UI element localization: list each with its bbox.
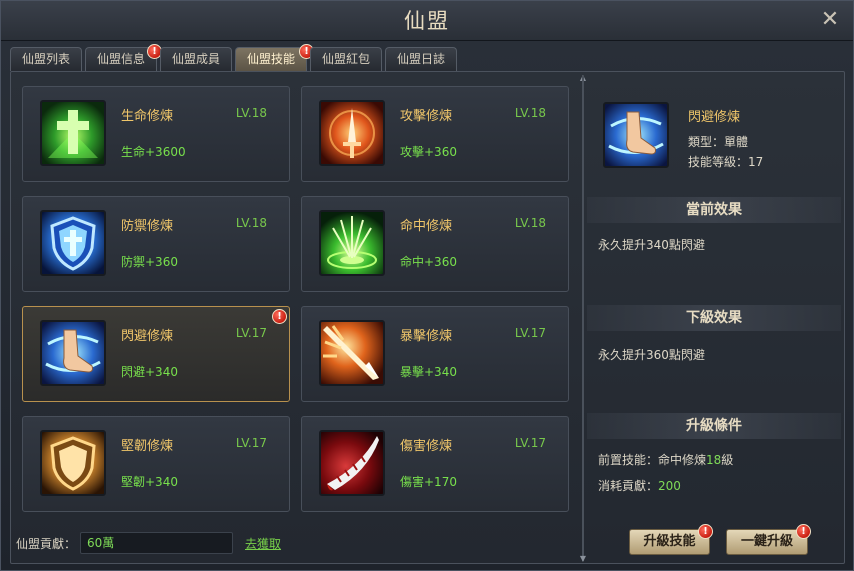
skill-name: 閃避修煉	[121, 329, 174, 344]
skill-effect: 傷害+170	[400, 475, 457, 489]
skill-effect: 堅韌+340	[121, 475, 178, 489]
tab-label: 仙盟技能	[246, 52, 295, 66]
skill-name: 暴擊修煉	[400, 329, 453, 344]
tab-label: 仙盟信息	[96, 52, 145, 66]
prerequisite-suffix: 級	[721, 453, 734, 467]
scroll-down-icon[interactable]: ▼	[579, 555, 587, 563]
skill-effect: 生命+3600	[121, 145, 186, 159]
get-contribution-link[interactable]: 去獲取	[245, 535, 281, 552]
contribution-label: 仙盟貢獻：	[16, 537, 77, 551]
skill-name: 傷害修煉	[400, 439, 453, 454]
skill-name: 防禦修煉	[121, 219, 174, 234]
skill-card-evasion[interactable]: 閃避修煉 LV.17 閃避+340 !	[22, 306, 290, 402]
skill-level: LV.18	[235, 216, 267, 230]
skill-level: LV.18	[514, 216, 546, 230]
detail-skill-name: 閃避修煉	[688, 110, 741, 125]
skill-level: LV.17	[235, 436, 267, 450]
flaming-sword-icon	[319, 100, 385, 166]
title-bar: 仙盟 ✕	[1, 1, 853, 41]
skill-level: LV.18	[514, 106, 546, 120]
button-label: 一鍵升級	[740, 534, 793, 549]
skill-effect: 防禦+360	[121, 255, 178, 269]
skill-card-critical[interactable]: 暴擊修煉 LV.17 暴擊+340	[301, 306, 569, 402]
skill-effect: 命中+360	[400, 255, 457, 269]
next-effect-header: 下級效果	[587, 305, 841, 331]
tab-guild-red-packet[interactable]: 仙盟紅包	[310, 47, 382, 71]
bloody-blade-icon	[319, 430, 385, 496]
skill-name: 堅韌修煉	[121, 439, 174, 454]
tab-label: 仙盟日誌	[396, 52, 445, 66]
prerequisite-label: 前置技能：命中修煉	[598, 453, 707, 467]
skill-grid: 生命修煉 LV.18 生命+3600 攻擊修煉 LV.18 攻擊+360 防禦修…	[11, 72, 582, 565]
golden-shield-icon	[40, 430, 106, 496]
detail-skill-type: 類型：單體	[688, 135, 749, 149]
alert-icon: !	[272, 309, 287, 324]
guild-window: 仙盟 ✕ 仙盟列表 仙盟信息 ! 仙盟成員 仙盟技能 ! 仙盟紅包 仙盟日誌 生…	[0, 0, 854, 571]
tab-guild-info[interactable]: 仙盟信息 !	[85, 44, 162, 71]
blue-shield-icon	[40, 210, 106, 276]
skill-card-accuracy[interactable]: 命中修煉 LV.18 命中+360	[301, 196, 569, 292]
skill-card-damage[interactable]: 傷害修煉 LV.17 傷害+170	[301, 416, 569, 512]
current-effect-text: 永久提升340點閃避	[598, 238, 705, 252]
tab-guild-log[interactable]: 仙盟日誌	[385, 47, 457, 71]
contribution-value: 60萬	[80, 532, 233, 554]
skill-name: 命中修煉	[400, 219, 453, 234]
skill-card-life[interactable]: 生命修煉 LV.18 生命+3600	[22, 86, 290, 182]
skill-card-tenacity[interactable]: 堅韌修煉 LV.17 堅韌+340	[22, 416, 290, 512]
skill-card-attack[interactable]: 攻擊修煉 LV.18 攻擊+360	[301, 86, 569, 182]
tab-guild-members[interactable]: 仙盟成員	[160, 47, 232, 71]
target-arrows-icon	[319, 210, 385, 276]
swift-foot-icon	[603, 102, 669, 168]
cost-label: 消耗貢獻：	[598, 479, 659, 493]
one-click-upgrade-button[interactable]: 一鍵升級 !	[726, 524, 811, 555]
skill-level: LV.17	[235, 326, 267, 340]
cost-value: 200	[658, 479, 681, 493]
skill-name: 生命修煉	[121, 109, 174, 124]
skill-level: LV.17	[514, 326, 546, 340]
tab-guild-list[interactable]: 仙盟列表	[10, 47, 82, 71]
tab-label: 仙盟成員	[171, 52, 220, 66]
tab-label: 仙盟列表	[21, 52, 70, 66]
prerequisite-level: 18	[706, 453, 722, 467]
skill-effect: 攻擊+360	[400, 145, 457, 159]
current-effect-header: 當前效果	[587, 197, 841, 223]
skill-effect: 暴擊+340	[400, 365, 457, 379]
window-title: 仙盟	[404, 9, 450, 33]
tab-guild-skills[interactable]: 仙盟技能 !	[235, 44, 314, 72]
upgrade-skill-button[interactable]: 升級技能 !	[629, 524, 713, 555]
skill-card-defense[interactable]: 防禦修煉 LV.18 防禦+360	[22, 196, 290, 292]
close-icon[interactable]: ✕	[819, 9, 841, 31]
upgrade-condition-header: 升級條件	[587, 413, 841, 439]
critical-strike-icon	[319, 320, 385, 386]
skill-level: LV.17	[514, 436, 546, 450]
next-effect-text: 永久提升360點閃避	[598, 348, 705, 362]
content-panel: 生命修煉 LV.18 生命+3600 攻擊修煉 LV.18 攻擊+360 防禦修…	[10, 71, 845, 564]
contribution-cost-text: 消耗貢獻：200	[598, 477, 681, 494]
prerequisite-skill-text: 前置技能：命中修煉18級	[598, 451, 733, 468]
skill-level: LV.18	[235, 106, 267, 120]
health-cross-icon	[40, 100, 106, 166]
alert-icon: !	[698, 524, 713, 539]
swift-foot-icon	[40, 320, 106, 386]
button-label: 升級技能	[643, 534, 696, 549]
skill-name: 攻擊修煉	[400, 109, 453, 124]
alert-icon: !	[796, 524, 811, 539]
skill-effect: 閃避+340	[121, 365, 178, 379]
skill-detail-panel: 閃避修煉 類型：單體 技能等級：17 當前效果 永久提升340點閃避 下級效果 …	[587, 72, 846, 565]
scrollbar-track[interactable]	[582, 76, 584, 561]
detail-skill-level: 技能等級：17	[688, 155, 764, 169]
tab-label: 仙盟紅包	[321, 52, 370, 66]
